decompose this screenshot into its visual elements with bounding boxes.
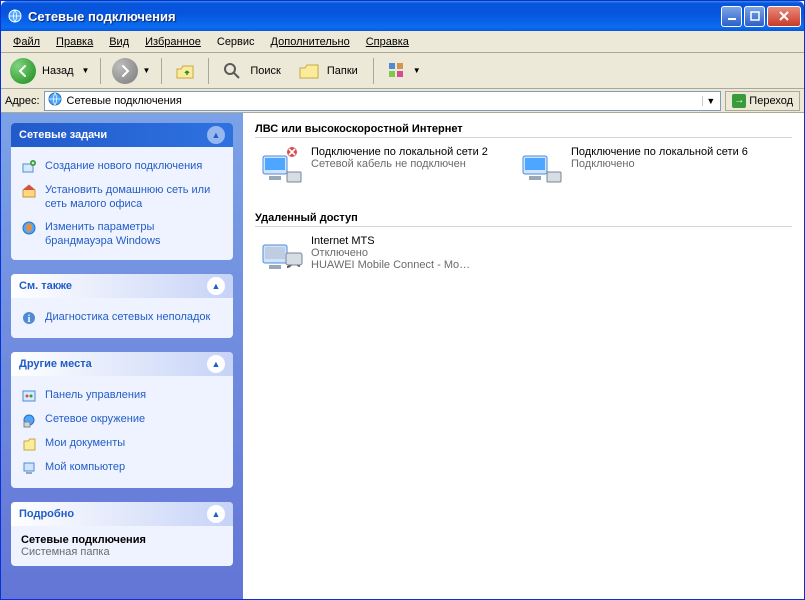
separator <box>161 58 162 84</box>
link-control-panel[interactable]: Панель управления <box>21 384 223 408</box>
close-button[interactable] <box>767 6 801 27</box>
back-arrow-icon <box>10 58 36 84</box>
forward-arrow-icon <box>112 58 138 84</box>
task-setup-home-network[interactable]: Установить домашнюю сеть или сеть малого… <box>21 179 223 216</box>
link-network-diagnostics[interactable]: i Диагностика сетевых неполадок <box>21 306 223 330</box>
window-title: Сетевые подключения <box>28 9 721 24</box>
addressbar: Адрес: Сетевые подключения ▼ → Переход <box>1 89 804 113</box>
network-adapter-icon <box>517 146 565 194</box>
address-input[interactable]: Сетевые подключения ▼ <box>44 91 722 111</box>
home-network-icon <box>21 183 37 199</box>
menu-view[interactable]: Вид <box>101 34 137 50</box>
connection-name: Internet MTS <box>311 235 470 247</box>
chevron-up-icon: ▲ <box>207 505 225 523</box>
chevron-up-icon: ▲ <box>207 126 225 144</box>
group-header-dialup: Удаленный доступ <box>255 208 792 227</box>
menu-file[interactable]: Файл <box>5 34 48 50</box>
folder-up-icon <box>173 59 197 83</box>
my-documents-icon <box>21 436 37 452</box>
connection-item[interactable]: Подключение по локальной сети 6 Подключе… <box>515 144 765 196</box>
views-dropdown-icon[interactable]: ▼ <box>413 66 421 75</box>
menubar: Файл Правка Вид Избранное Сервис Дополни… <box>1 31 804 53</box>
back-label: Назад <box>42 65 74 77</box>
chevron-up-icon: ▲ <box>207 277 225 295</box>
connection-status: Сетевой кабель не подключен <box>311 158 488 170</box>
panel-header-tasks[interactable]: Сетевые задачи ▲ <box>11 123 233 147</box>
firewall-icon <box>21 220 37 236</box>
menu-tools[interactable]: Сервис <box>209 34 263 50</box>
up-button[interactable] <box>169 57 201 85</box>
go-arrow-icon: → <box>732 94 746 108</box>
network-places-icon <box>21 412 37 428</box>
folders-button[interactable]: Папки <box>293 57 366 85</box>
panel-header-places[interactable]: Другие места ▲ <box>11 352 233 376</box>
forward-dropdown-icon[interactable]: ▼ <box>142 66 150 75</box>
back-button[interactable]: Назад ▼ <box>6 56 93 86</box>
go-button[interactable]: → Переход <box>725 91 800 111</box>
connection-item[interactable]: Подключение по локальной сети 2 Сетевой … <box>255 144 505 196</box>
search-icon <box>220 59 244 83</box>
task-firewall-settings[interactable]: Изменить параметры брандмауэра Windows <box>21 216 223 253</box>
forward-button[interactable]: ▼ <box>108 56 154 86</box>
folders-icon <box>297 59 321 83</box>
folders-label: Папки <box>327 65 358 77</box>
new-connection-icon <box>21 159 37 175</box>
separator <box>208 58 209 84</box>
link-network-places[interactable]: Сетевое окружение <box>21 408 223 432</box>
my-computer-icon <box>21 460 37 476</box>
chevron-up-icon: ▲ <box>207 355 225 373</box>
minimize-button[interactable] <box>721 6 742 27</box>
search-label: Поиск <box>250 65 280 77</box>
views-button[interactable]: ▼ <box>381 57 425 85</box>
details-name: Сетевые подключения <box>21 534 223 546</box>
views-icon <box>385 59 409 83</box>
info-icon: i <box>21 310 37 326</box>
connection-device: HUAWEI Mobile Connect - Mo… <box>311 259 470 271</box>
connection-item[interactable]: Internet MTS Отключено HUAWEI Mobile Con… <box>255 233 505 285</box>
svg-text:i: i <box>28 314 31 325</box>
menu-help[interactable]: Справка <box>358 34 417 50</box>
address-value: Сетевые подключения <box>67 95 699 107</box>
link-my-documents[interactable]: Мои документы <box>21 432 223 456</box>
back-dropdown-icon[interactable]: ▼ <box>82 66 90 75</box>
panel-title: Сетевые задачи <box>19 129 107 141</box>
control-panel-icon <box>21 388 37 404</box>
content-area: ЛВС или высокоскоростной Интернет Подклю… <box>243 113 804 599</box>
dialup-modem-icon <box>257 235 305 283</box>
network-adapter-icon <box>257 146 305 194</box>
panel-title: См. также <box>19 280 72 292</box>
panel-header-details[interactable]: Подробно ▲ <box>11 502 233 526</box>
maximize-button[interactable] <box>744 6 765 27</box>
address-label: Адрес: <box>5 95 40 107</box>
task-new-connection[interactable]: Создание нового подключения <box>21 155 223 179</box>
separator <box>373 58 374 84</box>
separator <box>100 58 101 84</box>
titlebar: Сетевые подключения <box>1 1 804 31</box>
details-type: Системная папка <box>21 546 223 558</box>
connection-name: Подключение по локальной сети 6 <box>571 146 748 158</box>
search-button[interactable]: Поиск <box>216 57 288 85</box>
network-connections-icon <box>7 8 23 24</box>
connection-status: Подключено <box>571 158 748 170</box>
panel-title: Подробно <box>19 508 74 520</box>
group-header-lan: ЛВС или высокоскоростной Интернет <box>255 119 792 138</box>
panel-title: Другие места <box>19 358 92 370</box>
go-label: Переход <box>749 95 793 107</box>
menu-favorites[interactable]: Избранное <box>137 34 209 50</box>
sidebar: Сетевые задачи ▲ Создание нового подключ… <box>1 113 243 599</box>
menu-edit[interactable]: Правка <box>48 34 101 50</box>
address-icon <box>47 91 63 110</box>
panel-header-seealso[interactable]: См. также ▲ <box>11 274 233 298</box>
link-my-computer[interactable]: Мой компьютер <box>21 456 223 480</box>
toolbar: Назад ▼ ▼ Поиск Папки <box>1 53 804 89</box>
connection-name: Подключение по локальной сети 2 <box>311 146 488 158</box>
menu-advanced[interactable]: Дополнительно <box>263 34 358 50</box>
address-dropdown-icon[interactable]: ▼ <box>702 96 718 106</box>
connection-status: Отключено <box>311 247 470 259</box>
